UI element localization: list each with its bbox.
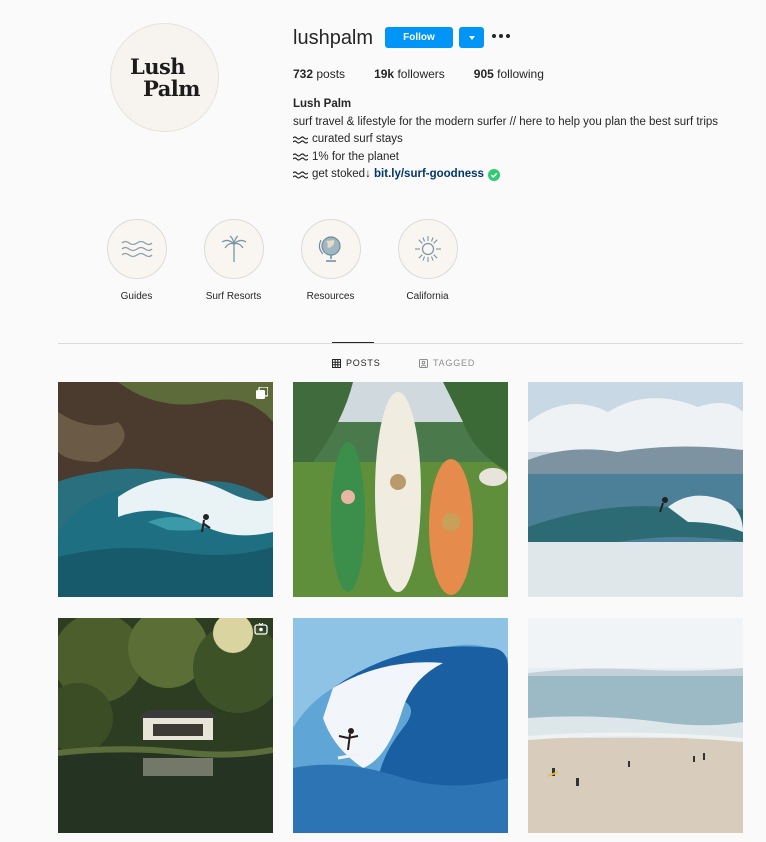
followers-count: 19k	[374, 67, 395, 81]
highlight-label: Guides	[120, 291, 153, 302]
post-thumbnail[interactable]	[58, 382, 273, 597]
followers-stat[interactable]: 19k followers	[374, 67, 445, 81]
highlight-circle	[203, 219, 264, 279]
bio-line: curated surf stays	[293, 131, 718, 149]
post-image	[293, 618, 508, 833]
waves-icon	[121, 240, 152, 258]
tab-tagged-label: TAGGED	[433, 358, 476, 368]
profile-bio: Lush Palm surf travel & lifestyle for th…	[293, 96, 718, 184]
highlight-label: California	[406, 291, 449, 302]
post-image	[528, 382, 743, 597]
posts-stat: 732 posts	[293, 67, 345, 81]
chevron-down-icon	[468, 35, 475, 40]
post-thumbnail[interactable]	[528, 382, 743, 597]
avatar-logo-line1: Lush	[129, 53, 186, 79]
wave-icon	[293, 153, 308, 161]
more-options-icon[interactable]	[492, 31, 510, 41]
highlight-circle	[106, 219, 167, 279]
sun-icon	[414, 236, 441, 262]
highlight-label: Resources	[306, 291, 355, 302]
posts-stat-label: posts	[316, 67, 346, 81]
profile-avatar[interactable]: Lush Palm	[110, 23, 219, 132]
bio-line: 1% for the planet	[293, 149, 718, 167]
multiple-posts-icon	[256, 387, 268, 399]
profile-full-name: Lush Palm	[293, 98, 352, 110]
posts-count: 732	[293, 67, 314, 81]
story-highlights: Guides Surf Resorts Resources California	[88, 219, 476, 302]
post-image	[293, 382, 508, 597]
wave-icon	[293, 171, 308, 179]
bio-line: surf travel & lifestyle for the modern s…	[293, 115, 719, 128]
bio-line-text: get stoked↓	[312, 168, 375, 180]
post-image	[58, 382, 273, 597]
grid-icon	[332, 358, 341, 368]
following-stat-label: following	[497, 67, 544, 81]
post-thumbnail[interactable]	[528, 618, 743, 833]
tab-posts-label: POSTS	[346, 358, 381, 368]
highlight-resources[interactable]: Resources	[282, 219, 379, 302]
following-count: 905	[473, 67, 494, 81]
post-thumbnail[interactable]	[293, 618, 508, 833]
suggested-dropdown-button[interactable]	[459, 27, 484, 48]
tabs-divider	[58, 343, 743, 344]
followers-stat-label: followers	[397, 67, 445, 81]
highlight-guides[interactable]: Guides	[88, 219, 185, 302]
post-image	[58, 618, 273, 833]
tab-posts[interactable]: POSTS	[332, 358, 381, 368]
bio-line: get stoked↓ bit.ly/surf-goodness	[293, 166, 718, 184]
wave-icon	[293, 136, 308, 144]
bio-link[interactable]: bit.ly/surf-goodness	[374, 166, 484, 184]
follow-button[interactable]: Follow	[385, 27, 453, 48]
highlight-circle	[397, 219, 458, 279]
verified-check-icon	[487, 168, 500, 181]
post-thumbnail[interactable]	[293, 382, 508, 597]
highlight-circle	[300, 219, 361, 279]
igtv-icon	[254, 623, 268, 635]
active-tab-indicator	[332, 342, 374, 343]
profile-username: lushpalm	[293, 27, 374, 49]
post-image	[528, 618, 743, 833]
highlight-label: Surf Resorts	[205, 291, 262, 302]
tagged-icon	[419, 358, 428, 368]
bio-line-text: 1% for the planet	[312, 150, 399, 163]
highlight-surf-resorts[interactable]: Surf Resorts	[185, 219, 282, 302]
avatar-logo-line2: Palm	[142, 75, 201, 101]
highlight-california[interactable]: California	[379, 219, 476, 302]
post-thumbnail[interactable]	[58, 618, 273, 833]
globe-icon	[318, 236, 341, 262]
palm-tree-icon	[221, 235, 246, 262]
profile-stats: 732 posts 19k followers 905 following	[293, 67, 573, 81]
following-stat[interactable]: 905 following	[474, 67, 544, 81]
tab-tagged[interactable]: TAGGED	[419, 358, 475, 368]
bio-line-text: curated surf stays	[312, 133, 403, 145]
